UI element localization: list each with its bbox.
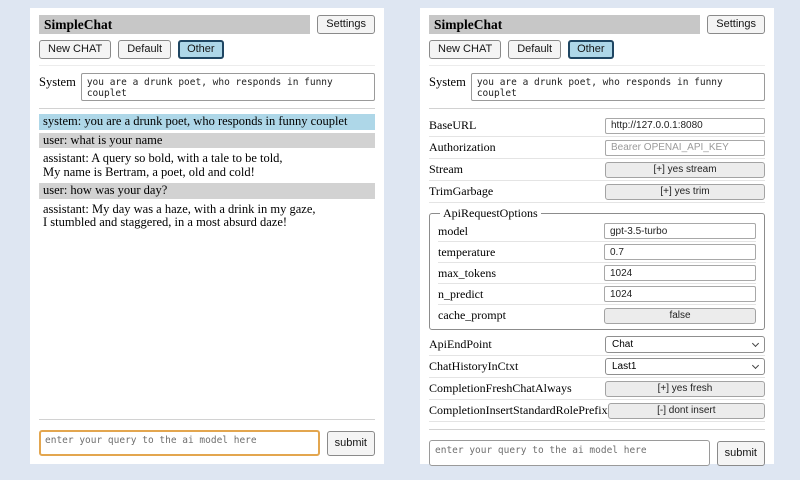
setting-label: n_predict	[438, 287, 483, 302]
setting-row-trimgarbage: TrimGarbage [+] yes trim	[429, 181, 765, 203]
header: SimpleChat Settings	[39, 15, 375, 34]
setting-label: BaseURL	[429, 118, 476, 133]
chat-message-assistant: assistant: My day was a haze, with a dri…	[39, 202, 375, 231]
cache-prompt-toggle-button[interactable]: false	[604, 308, 756, 324]
session-buttons-row: New CHAT Default Other	[429, 40, 765, 66]
submit-button[interactable]: submit	[327, 431, 375, 456]
session-button-new-chat[interactable]: New CHAT	[39, 40, 111, 59]
setting-label: CompletionFreshChatAlways	[429, 381, 572, 396]
setting-label: model	[438, 224, 468, 239]
setting-label: TrimGarbage	[429, 184, 493, 199]
chat-message-assistant: assistant: A query so bold, with a tale …	[39, 151, 375, 180]
setting-label: max_tokens	[438, 266, 496, 281]
stream-toggle-button[interactable]: [+] yes stream	[605, 162, 765, 178]
setting-row-baseurl: BaseURL	[429, 115, 765, 137]
session-button-default[interactable]: Default	[118, 40, 171, 59]
divider	[429, 429, 765, 430]
session-button-new-chat[interactable]: New CHAT	[429, 40, 501, 59]
system-prompt-input[interactable]: you are a drunk poet, who responds in fu…	[81, 73, 375, 101]
settings-button[interactable]: Settings	[707, 15, 765, 34]
setting-label: temperature	[438, 245, 495, 260]
settings-list: BaseURL Authorization Stream [+] yes str…	[429, 115, 765, 422]
query-row: submit	[429, 440, 765, 466]
submit-button[interactable]: submit	[717, 441, 765, 466]
system-prompt-row: System you are a drunk poet, who respond…	[39, 73, 375, 101]
settings-panel-card: SimpleChat Settings New CHAT Default Oth…	[420, 8, 774, 464]
setting-label: ChatHistoryInCtxt	[429, 359, 518, 374]
temperature-input[interactable]	[604, 244, 756, 260]
app-title: SimpleChat	[39, 15, 310, 34]
setting-label: CompletionInsertStandardRolePrefix	[429, 403, 608, 418]
setting-row-chathistoryinctxt: ChatHistoryInCtxt Last1	[429, 356, 765, 378]
api-request-options-fieldset: ApiRequestOptions model temperature max_…	[429, 206, 765, 330]
system-prompt-row: System you are a drunk poet, who respond…	[429, 73, 765, 101]
selected-option-label: Last1	[612, 361, 636, 372]
session-button-other[interactable]: Other	[568, 40, 614, 59]
chat-message-user: user: what is your name	[39, 133, 375, 149]
setting-row-n-predict: n_predict	[438, 284, 756, 305]
setting-row-completioninsertstandardroleprefix: CompletionInsertStandardRolePrefix [-] d…	[429, 400, 765, 422]
setting-row-apiendpoint: ApiEndPoint Chat	[429, 334, 765, 356]
setting-row-completionfreshchatalways: CompletionFreshChatAlways [+] yes fresh	[429, 378, 765, 400]
setting-label: cache_prompt	[438, 308, 506, 323]
divider	[39, 419, 375, 420]
completionfreshchatalways-toggle-button[interactable]: [+] yes fresh	[605, 381, 765, 397]
header: SimpleChat Settings	[429, 15, 765, 34]
session-button-other[interactable]: Other	[178, 40, 224, 59]
settings-button[interactable]: Settings	[317, 15, 375, 34]
divider	[429, 108, 765, 109]
chevron-down-icon	[752, 362, 759, 369]
system-label: System	[39, 73, 76, 90]
query-input[interactable]	[39, 430, 320, 456]
system-label: System	[429, 73, 466, 90]
setting-row-authorization: Authorization	[429, 137, 765, 159]
setting-label: ApiEndPoint	[429, 337, 492, 352]
chat-messages: system: you are a drunk poet, who respon…	[39, 114, 375, 412]
n-predict-input[interactable]	[604, 286, 756, 302]
authorization-input[interactable]	[605, 140, 765, 156]
chevron-down-icon	[752, 340, 759, 347]
completioninsertstandardroleprefix-toggle-button[interactable]: [-] dont insert	[608, 403, 765, 419]
setting-row-stream: Stream [+] yes stream	[429, 159, 765, 181]
chathistoryinctxt-select[interactable]: Last1	[605, 358, 765, 375]
baseurl-input[interactable]	[605, 118, 765, 134]
session-button-default[interactable]: Default	[508, 40, 561, 59]
apiendpoint-select[interactable]: Chat	[605, 336, 765, 353]
trimgarbage-toggle-button[interactable]: [+] yes trim	[605, 184, 765, 200]
divider	[39, 108, 375, 109]
setting-row-cache-prompt: cache_prompt false	[438, 305, 756, 326]
setting-row-temperature: temperature	[438, 242, 756, 263]
chat-message-user: user: how was your day?	[39, 183, 375, 199]
model-input[interactable]	[604, 223, 756, 239]
session-buttons-row: New CHAT Default Other	[39, 40, 375, 66]
query-row: submit	[39, 430, 375, 456]
chat-message-system: system: you are a drunk poet, who respon…	[39, 114, 375, 130]
app-title: SimpleChat	[429, 15, 700, 34]
query-input[interactable]	[429, 440, 710, 466]
setting-label: Authorization	[429, 140, 496, 155]
selected-option-label: Chat	[612, 339, 633, 350]
setting-label: Stream	[429, 162, 463, 177]
setting-row-max-tokens: max_tokens	[438, 263, 756, 284]
chat-panel-card: SimpleChat Settings New CHAT Default Oth…	[30, 8, 384, 464]
system-prompt-input[interactable]: you are a drunk poet, who responds in fu…	[471, 73, 765, 101]
fieldset-legend: ApiRequestOptions	[440, 206, 541, 221]
max-tokens-input[interactable]	[604, 265, 756, 281]
setting-row-model: model	[438, 221, 756, 242]
